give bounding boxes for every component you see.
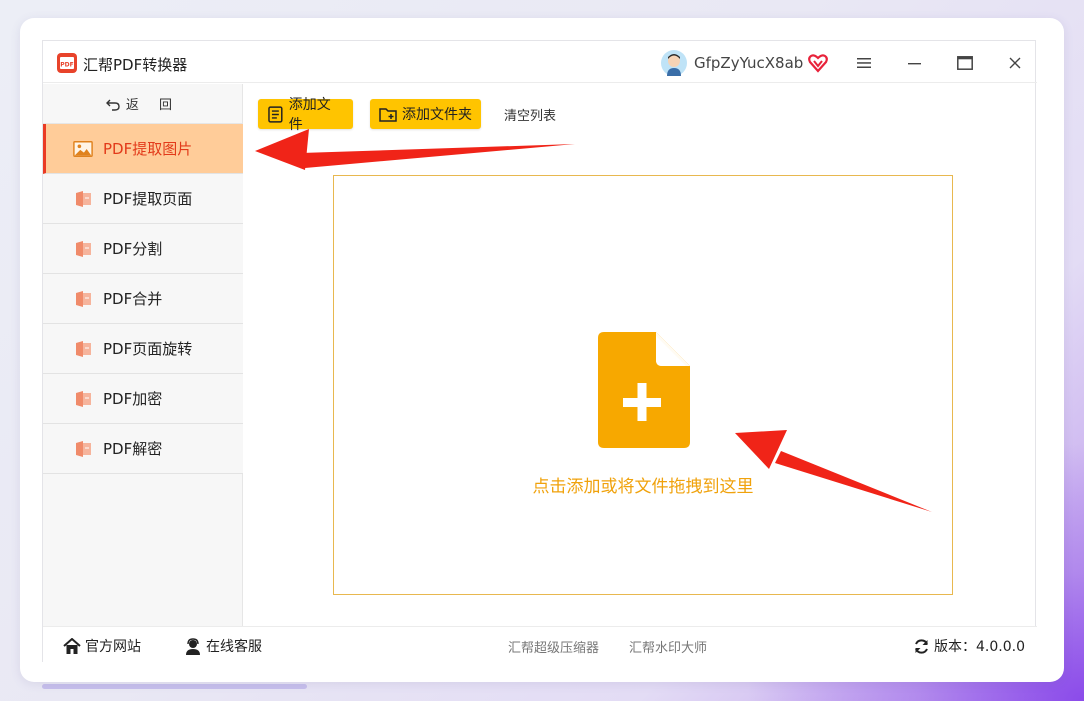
support-label: 在线客服 xyxy=(206,639,262,655)
menu-icon xyxy=(857,58,871,68)
clear-list-button[interactable]: 清空列表 xyxy=(504,105,556,124)
version-info[interactable]: 版本：4.0.0.0 xyxy=(913,636,1025,656)
maximize-icon xyxy=(957,56,973,70)
home-icon xyxy=(63,637,81,654)
sidebar-item-split[interactable]: PDF分割 xyxy=(43,224,243,274)
sidebar: 返 回 PDF提取图片 PDF提取页面 PDF分割 PDF合并 PDF页面旋转 … xyxy=(43,84,243,626)
app-title: 汇帮PDF转换器 xyxy=(83,56,188,74)
sidebar-item-extract-pages[interactable]: PDF提取页面 xyxy=(43,174,243,224)
online-support-link[interactable]: 在线客服 xyxy=(184,636,262,656)
add-file-icon xyxy=(598,332,690,448)
support-agent-icon xyxy=(186,637,200,655)
sidebar-item-label: PDF提取页面 xyxy=(103,190,193,208)
dropzone-hint: 点击添加或将文件拖拽到这里 xyxy=(532,477,754,497)
official-website-link[interactable]: 官方网站 xyxy=(63,636,141,656)
app-logo-icon: PDF xyxy=(57,53,77,73)
folder-add-icon xyxy=(379,107,397,122)
pdf-doc-icon xyxy=(73,389,93,409)
pdf-doc-icon xyxy=(73,239,93,259)
close-button[interactable] xyxy=(1000,49,1030,77)
watermark-link[interactable]: 汇帮水印大师 xyxy=(629,637,707,656)
version-label: 版本：4.0.0.0 xyxy=(934,639,1025,655)
minimize-icon xyxy=(908,63,921,65)
back-label: 返 回 xyxy=(125,98,181,113)
sidebar-item-label: PDF合并 xyxy=(103,290,163,308)
sidebar-item-extract-images[interactable]: PDF提取图片 xyxy=(43,124,243,174)
add-file-label: 添加文件 xyxy=(288,97,331,133)
username[interactable]: GfpZyYucX8ab xyxy=(694,54,803,72)
pdf-doc-icon xyxy=(73,289,93,309)
sidebar-item-merge[interactable]: PDF合并 xyxy=(43,274,243,324)
menu-button[interactable] xyxy=(849,49,879,77)
add-folder-label: 添加文件夹 xyxy=(402,107,472,123)
sidebar-item-label: PDF页面旋转 xyxy=(103,340,193,358)
app-window: PDF 汇帮PDF转换器 GfpZyYucX8ab 返 回 PDF提取图片 PD… xyxy=(42,40,1037,662)
sidebar-item-encrypt[interactable]: PDF加密 xyxy=(43,374,243,424)
add-file-button[interactable]: 添加文件 xyxy=(258,97,353,133)
sidebar-item-decrypt[interactable]: PDF解密 xyxy=(43,424,243,474)
avatar[interactable] xyxy=(661,50,687,76)
footer: 官方网站 在线客服 汇帮超级压缩器 汇帮水印大师 版本：4.0.0.0 xyxy=(43,626,1037,662)
sidebar-item-label: PDF提取图片 xyxy=(103,140,193,158)
compressor-link[interactable]: 汇帮超级压缩器 xyxy=(508,637,599,656)
sidebar-item-label: PDF解密 xyxy=(103,440,163,458)
taskbar-hint xyxy=(42,684,307,689)
file-dropzone[interactable]: 点击添加或将文件拖拽到这里 xyxy=(333,175,953,595)
sidebar-item-rotate[interactable]: PDF页面旋转 xyxy=(43,324,243,374)
sidebar-item-label: PDF加密 xyxy=(103,390,163,408)
minimize-button[interactable] xyxy=(900,49,930,77)
pdf-doc-icon xyxy=(73,439,93,459)
file-list-icon xyxy=(268,105,283,123)
undo-arrow-icon xyxy=(105,99,120,111)
image-icon xyxy=(73,139,93,159)
arrow-to-sidebar-item xyxy=(301,144,575,168)
title-bar: PDF 汇帮PDF转换器 GfpZyYucX8ab xyxy=(43,41,1037,83)
arrow-to-sidebar-item-head xyxy=(255,129,309,170)
website-label: 官方网站 xyxy=(85,639,141,655)
vip-heart-icon[interactable] xyxy=(808,53,828,73)
add-folder-button[interactable]: 添加文件夹 xyxy=(370,99,481,129)
back-button[interactable]: 返 回 xyxy=(43,84,243,124)
close-icon xyxy=(1009,57,1021,69)
pdf-doc-icon xyxy=(73,339,93,359)
pdf-doc-icon xyxy=(73,189,93,209)
maximize-button[interactable] xyxy=(950,49,980,77)
app-logo-text: PDF xyxy=(60,62,73,69)
refresh-icon xyxy=(915,638,928,654)
sidebar-item-label: PDF分割 xyxy=(103,240,163,258)
